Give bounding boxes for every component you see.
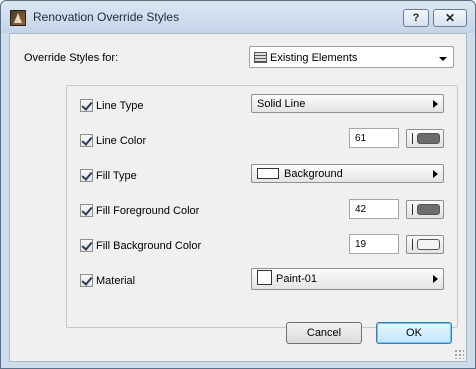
fill-background-color-label: Fill Background Color [96, 240, 202, 252]
dialog-title: Renovation Override Styles [33, 10, 180, 24]
material-swatch [257, 270, 272, 285]
override-for-label: Override Styles for: [24, 52, 119, 64]
line-type-checkbox[interactable] [80, 99, 93, 112]
line-type-popup[interactable]: Solid Line [251, 94, 444, 113]
line-color-pen-button[interactable] [406, 129, 444, 148]
fill-foreground-color-label: Fill Foreground Color [96, 205, 200, 217]
chevron-right-icon [433, 100, 438, 108]
fill-foreground-color-checkbox[interactable] [80, 204, 93, 217]
pen-weight-icon [412, 239, 413, 250]
line-type-label: Line Type [96, 100, 144, 112]
line-type-value: Solid Line [257, 98, 306, 110]
line-color-checkbox[interactable] [80, 134, 93, 147]
fill-type-value: Background [284, 168, 343, 180]
fill-foreground-pen-button[interactable] [406, 200, 444, 219]
chevron-right-icon [433, 275, 438, 283]
fill-foreground-swatch [417, 204, 440, 215]
line-color-pen-number[interactable]: 61 [349, 128, 399, 148]
fill-background-color-checkbox[interactable] [80, 239, 93, 252]
background-fill-swatch [257, 168, 279, 179]
material-value: Paint-01 [276, 273, 317, 285]
chevron-right-icon [433, 170, 438, 178]
archicad-app-icon [10, 10, 26, 26]
fill-background-pen-number[interactable]: 19 [349, 234, 399, 254]
fill-type-checkbox[interactable] [80, 169, 93, 182]
fill-foreground-pen-number[interactable]: 42 [349, 199, 399, 219]
fill-type-label: Fill Type [96, 170, 137, 182]
chevron-down-icon [439, 57, 447, 61]
dialog-window: Renovation Override Styles ? ✕ Override … [0, 0, 476, 369]
line-color-swatch [417, 133, 440, 144]
ok-button[interactable]: OK [376, 322, 452, 344]
help-button[interactable]: ? [403, 9, 429, 27]
fill-background-pen-button[interactable] [406, 235, 444, 254]
fill-type-popup[interactable]: Background [251, 164, 444, 183]
pen-weight-icon [412, 133, 413, 144]
material-checkbox[interactable] [80, 274, 93, 287]
override-for-dropdown[interactable]: Existing Elements [249, 46, 454, 68]
pen-weight-icon [412, 204, 413, 215]
title-bar[interactable]: Renovation Override Styles ? ✕ [1, 1, 475, 33]
line-color-label: Line Color [96, 135, 147, 147]
brick-wall-icon [254, 52, 267, 63]
close-button[interactable]: ✕ [433, 9, 467, 27]
dialog-body: Override Styles for: Existing Elements L… [9, 33, 467, 362]
fill-background-swatch [417, 239, 440, 250]
material-popup[interactable]: Paint-01 [251, 268, 444, 290]
override-for-value: Existing Elements [270, 52, 358, 64]
cancel-button[interactable]: Cancel [286, 322, 362, 344]
material-label: Material [96, 275, 136, 287]
resize-grip[interactable] [454, 349, 464, 359]
override-settings-group: Line Type Solid Line Line Color 61 Fill … [66, 85, 458, 328]
